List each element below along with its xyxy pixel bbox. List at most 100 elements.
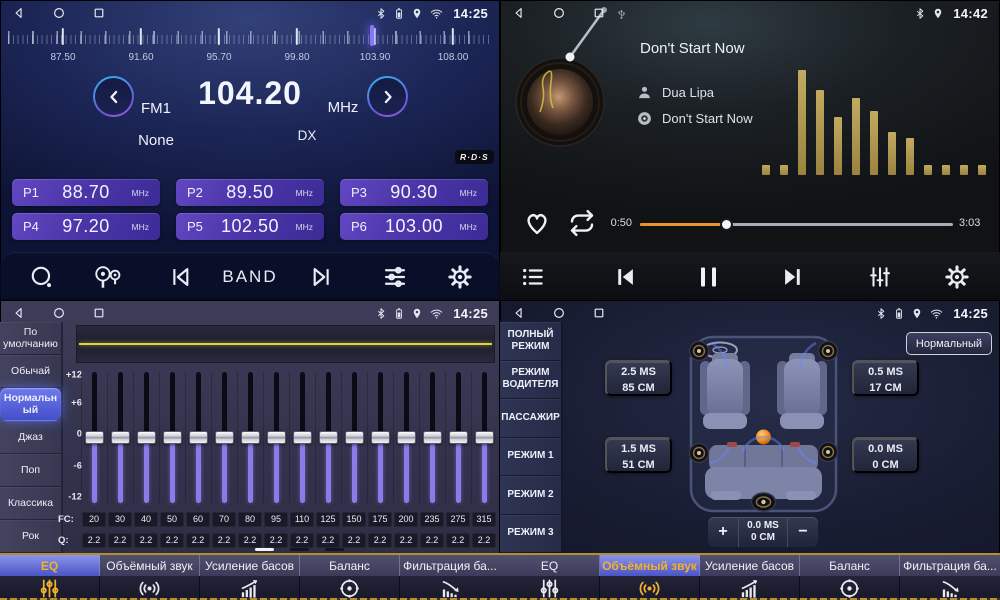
slider-thumb[interactable] (423, 431, 442, 444)
eq-preset-item[interactable]: По умолчанию (0, 322, 61, 355)
tab-bass-filter[interactable]: Фильтрация ба... (900, 555, 1000, 600)
slider-thumb[interactable] (319, 431, 338, 444)
slider-thumb[interactable] (111, 431, 130, 444)
slider-thumb[interactable] (475, 431, 494, 444)
settings-gear-icon[interactable] (944, 263, 971, 290)
progress-thumb[interactable] (720, 218, 733, 231)
back-nav-icon[interactable] (12, 6, 26, 20)
listening-mode-item[interactable]: РЕЖИМ ВОДИТЕЛЯ (500, 361, 561, 400)
radio-preset-p5[interactable]: P5102.50MHz (176, 213, 324, 240)
tab-bass-boost[interactable]: Усиление басов (200, 555, 300, 600)
tab-balance[interactable]: Баланс (300, 555, 400, 600)
slider-thumb[interactable] (189, 431, 208, 444)
eq-band-slider[interactable] (211, 372, 237, 503)
eq-preset-item[interactable]: Рок (0, 520, 61, 553)
tuner-scale[interactable]: 87.5091.6095.7099.80103.90108.00 (8, 28, 492, 68)
home-nav-icon[interactable] (552, 306, 566, 320)
scan-search-icon[interactable] (29, 264, 55, 290)
eq-band-slider[interactable] (445, 372, 471, 503)
slider-thumb[interactable] (449, 431, 468, 444)
radio-preset-p1[interactable]: P188.70MHz (12, 179, 160, 206)
band-button[interactable]: BAND (222, 267, 277, 287)
eq-band-slider[interactable] (341, 372, 367, 503)
radio-preset-p3[interactable]: P390.30MHz (340, 179, 488, 206)
listening-mode-item[interactable]: РЕЖИМ 1 (500, 438, 561, 477)
slider-thumb[interactable] (397, 431, 416, 444)
sub-delay-plus-button[interactable]: + (708, 517, 738, 547)
slider-thumb[interactable] (163, 431, 182, 444)
eq-band-slider[interactable] (315, 372, 341, 503)
previous-track-icon[interactable] (612, 263, 639, 290)
tab-balance[interactable]: Баланс (800, 555, 900, 600)
eq-preset-item[interactable]: Классика (0, 487, 61, 520)
home-nav-icon[interactable] (552, 6, 566, 20)
slider-thumb[interactable] (241, 431, 260, 444)
home-nav-icon[interactable] (52, 306, 66, 320)
slider-thumb[interactable] (345, 431, 364, 444)
radio-preset-p4[interactable]: P497.20MHz (12, 213, 160, 240)
recents-nav-icon[interactable] (592, 6, 606, 20)
sound-profile-button[interactable]: Нормальный (906, 332, 992, 355)
recents-nav-icon[interactable] (92, 306, 106, 320)
eq-band-slider[interactable] (263, 372, 289, 503)
sub-delay-minus-button[interactable]: − (788, 517, 818, 547)
audio-settings-icon[interactable] (382, 263, 409, 290)
pause-button[interactable] (696, 267, 720, 286)
listening-mode-item[interactable]: РЕЖИМ 3 (500, 515, 561, 554)
broadcast-icon[interactable] (92, 263, 122, 290)
playlist-icon[interactable] (520, 264, 546, 290)
rear-right-delay-button[interactable]: 0.0 MS 0 CM (852, 437, 919, 473)
eq-preset-item[interactable]: Нормальный (0, 388, 61, 421)
recents-nav-icon[interactable] (592, 306, 606, 320)
back-nav-icon[interactable] (512, 6, 526, 20)
eq-band-slider[interactable] (237, 372, 263, 503)
next-track-icon[interactable] (780, 263, 807, 290)
back-nav-icon[interactable] (512, 306, 526, 320)
eq-preset-item[interactable]: Обычай (0, 355, 61, 388)
equalizer-icon[interactable] (867, 264, 893, 290)
listening-mode-item[interactable]: РЕЖИМ 2 (500, 476, 561, 515)
back-nav-icon[interactable] (12, 306, 26, 320)
eq-band-slider[interactable] (107, 372, 133, 503)
eq-band-slider[interactable] (393, 372, 419, 503)
repeat-icon[interactable] (567, 208, 597, 238)
progress-bar[interactable] (640, 218, 953, 230)
tab-bass-boost[interactable]: Усиление басов (700, 555, 800, 600)
slider-thumb[interactable] (267, 431, 286, 444)
favorite-heart-icon[interactable] (522, 208, 552, 238)
eq-band-slider[interactable] (185, 372, 211, 503)
tune-up-button[interactable] (367, 76, 408, 117)
slider-thumb[interactable] (293, 431, 312, 444)
slider-thumb[interactable] (215, 431, 234, 444)
status-time: 14:25 (453, 306, 488, 321)
previous-station-icon[interactable] (167, 263, 194, 290)
settings-gear-icon[interactable] (447, 263, 474, 290)
eq-band-slider[interactable] (471, 372, 497, 503)
eq-band-slider[interactable] (159, 372, 185, 503)
next-station-icon[interactable] (309, 263, 336, 290)
listening-mode-item[interactable]: ПАССАЖИР (500, 399, 561, 438)
radio-preset-p6[interactable]: P6103.00MHz (340, 213, 488, 240)
listening-mode-item[interactable]: ПОЛНЫЙ РЕЖИМ (500, 322, 561, 361)
home-nav-icon[interactable] (52, 6, 66, 20)
eq-band-slider[interactable] (81, 372, 107, 503)
front-left-delay-button[interactable]: 2.5 MS 85 CM (605, 360, 672, 396)
slider-thumb[interactable] (371, 431, 390, 444)
eq-preset-item[interactable]: Поп (0, 454, 61, 487)
recents-nav-icon[interactable] (92, 6, 106, 20)
eq-band-slider[interactable] (419, 372, 445, 503)
eq-band-slider[interactable] (133, 372, 159, 503)
eq-band-slider[interactable] (289, 372, 315, 503)
eq-preset-item[interactable]: Джаз (0, 421, 61, 454)
tab-eq-sliders[interactable]: EQ (500, 555, 600, 600)
front-right-delay-button[interactable]: 0.5 MS 17 CM (852, 360, 919, 396)
tab-bass-filter[interactable]: Фильтрация ба... (400, 555, 500, 600)
slider-thumb[interactable] (85, 431, 104, 444)
eq-band-slider[interactable] (367, 372, 393, 503)
tab-eq-sliders[interactable]: EQ (0, 555, 100, 600)
slider-thumb[interactable] (137, 431, 156, 444)
rear-left-delay-button[interactable]: 1.5 MS 51 CM (605, 437, 672, 473)
tab-surround-sound[interactable]: Объёмный звук (600, 555, 700, 600)
radio-preset-p2[interactable]: P289.50MHz (176, 179, 324, 206)
tab-surround-sound[interactable]: Объёмный звук (100, 555, 200, 600)
